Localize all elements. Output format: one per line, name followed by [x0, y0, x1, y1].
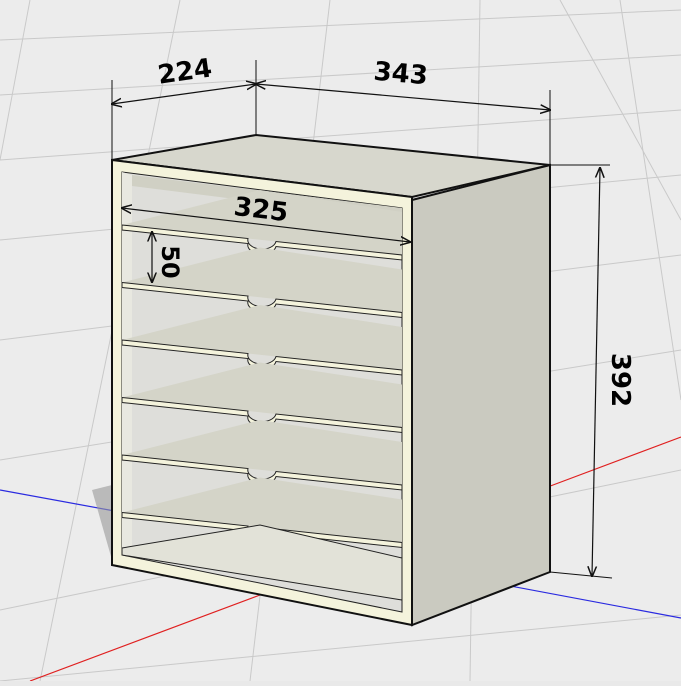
cad-viewport[interactable]: 224 343 325 50 392 [0, 0, 681, 682]
right-side-panel [411, 163, 551, 627]
dimension-width-label: 343 [372, 57, 429, 92]
dimension-shelf-spacing-label: 50 [156, 245, 184, 278]
dimension-height-label: 392 [605, 353, 635, 407]
cabinet-drawing: 224 343 325 50 392 [0, 0, 681, 682]
